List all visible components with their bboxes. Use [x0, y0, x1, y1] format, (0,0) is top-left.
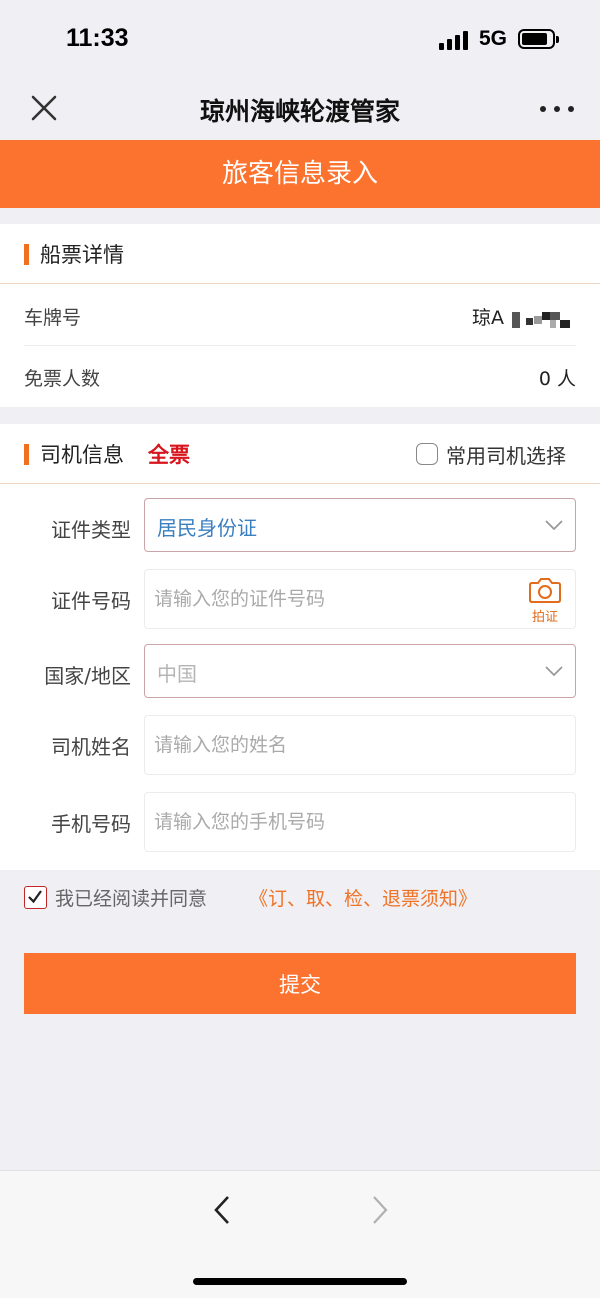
- page-title: 旅客信息录入: [221, 159, 378, 189]
- forward-icon[interactable]: [364, 1193, 394, 1227]
- id-number-row: 证件号码 拍证: [0, 569, 600, 631]
- home-indicator: [193, 1278, 407, 1285]
- chevron-down-icon: [545, 666, 563, 677]
- driver-name-row: 司机姓名: [0, 715, 600, 777]
- more-icon[interactable]: [540, 104, 574, 114]
- status-bar: 11:33 5G: [0, 0, 600, 80]
- country-select[interactable]: 中国: [144, 644, 576, 698]
- section-marker: [24, 244, 29, 265]
- id-type-label: 证件类型: [51, 518, 131, 542]
- phone-row: 手机号码: [0, 792, 600, 854]
- driver-info-card: 司机信息 全票 常用司机选择 证件类型 居民身份证 证件号码 拍证 国家/地: [0, 424, 600, 870]
- ticket-type-badge: 全票: [148, 443, 190, 467]
- country-label: 国家/地区: [44, 664, 131, 688]
- favorite-driver-label: 常用司机选择: [446, 444, 566, 468]
- phone-field[interactable]: [144, 792, 576, 852]
- country-value: 中国: [157, 662, 197, 686]
- phone-label: 手机号码: [51, 812, 131, 836]
- checkbox-icon[interactable]: [24, 886, 47, 909]
- signal-icon: [439, 30, 469, 50]
- ticket-details-card: 船票详情 车牌号 琼A 免票人数 0 人: [0, 224, 600, 407]
- plate-row: 车牌号 琼A: [24, 285, 576, 346]
- agreement-link[interactable]: 《订、取、检、退票须知》: [249, 884, 477, 911]
- camera-button[interactable]: 拍证: [527, 576, 563, 625]
- free-count-value: 0 人: [538, 368, 576, 390]
- agreement-row[interactable]: 我已经阅读并同意 《订、取、检、退票须知》: [24, 884, 484, 912]
- id-type-row: 证件类型 居民身份证: [0, 498, 600, 560]
- free-count-row: 免票人数 0 人: [24, 346, 576, 407]
- id-number-field[interactable]: 拍证: [144, 569, 576, 629]
- bottom-toolbar: [0, 1170, 600, 1298]
- ticket-section-title: 船票详情: [40, 243, 124, 267]
- driver-section-title: 司机信息: [40, 443, 124, 467]
- submit-button[interactable]: 提交: [24, 953, 576, 1014]
- page-header: 旅客信息录入: [0, 140, 600, 208]
- plate-label: 车牌号: [24, 307, 82, 329]
- plate-mask: [512, 311, 570, 328]
- back-icon[interactable]: [208, 1193, 238, 1227]
- network-type: 5G: [479, 27, 508, 50]
- id-type-value: 居民身份证: [157, 516, 257, 540]
- phone-input[interactable]: [154, 793, 514, 851]
- driver-section-header: 司机信息 全票 常用司机选择: [0, 424, 600, 484]
- driver-name-field[interactable]: [144, 715, 576, 775]
- agreement-text: 我已经阅读并同意: [55, 888, 208, 910]
- status-time: 11:33: [66, 24, 129, 52]
- camera-icon: [529, 578, 561, 603]
- ticket-section-header: 船票详情: [0, 224, 600, 284]
- favorite-driver-toggle[interactable]: 常用司机选择: [416, 440, 576, 468]
- camera-label: 拍证: [531, 610, 558, 625]
- country-row: 国家/地区 中国: [0, 644, 600, 706]
- id-number-label: 证件号码: [51, 589, 131, 613]
- plate-value: 琼A: [472, 303, 576, 330]
- checkbox-icon[interactable]: [416, 443, 438, 465]
- section-marker: [24, 444, 29, 465]
- id-number-input[interactable]: [154, 570, 514, 628]
- free-count-label: 免票人数: [24, 368, 101, 390]
- nav-bar: 琼州海峡轮渡管家: [0, 80, 600, 140]
- id-type-select[interactable]: 居民身份证: [144, 498, 576, 552]
- plate-text: 琼A: [471, 307, 504, 329]
- nav-title: 琼州海峡轮渡管家: [199, 97, 400, 126]
- chevron-down-icon: [545, 520, 563, 531]
- driver-name-label: 司机姓名: [51, 735, 131, 759]
- driver-name-input[interactable]: [154, 716, 514, 774]
- battery-icon: [518, 29, 559, 49]
